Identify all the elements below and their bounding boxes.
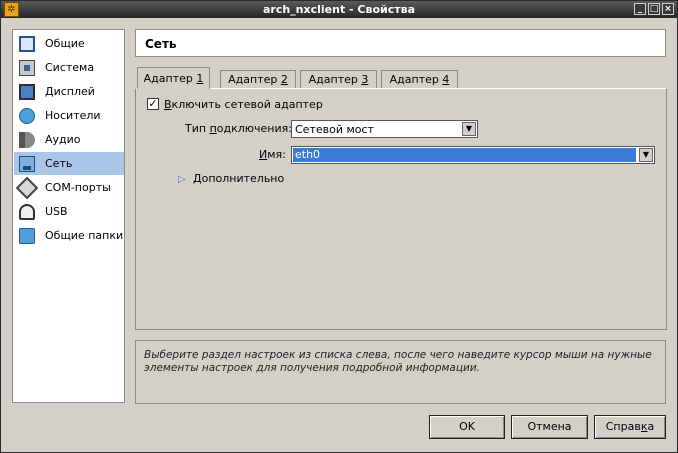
tab-label: Адаптер	[389, 73, 443, 86]
label-text: ключить сетевой адаптер	[171, 98, 323, 111]
general-icon	[19, 35, 35, 52]
tab-label: Адаптер	[143, 72, 197, 85]
window-title: arch_nxclient - Свойства	[262, 3, 416, 16]
select-value: eth0	[293, 148, 636, 162]
sidebar-item-label: COM-порты	[45, 181, 111, 194]
sidebar-item-label: Носители	[45, 109, 101, 122]
display-icon	[19, 83, 35, 100]
tab-adapter-3[interactable]: Адаптер 3	[300, 70, 377, 88]
sidebar-item-label: Система	[45, 61, 95, 74]
sidebar-item-usb[interactable]: USB	[14, 200, 124, 223]
sidebar-item-network[interactable]: Сеть	[14, 152, 124, 175]
system-icon	[19, 59, 35, 76]
enable-adapter-checkbox[interactable]: ✓	[147, 98, 159, 110]
sidebar-item-shared-folders[interactable]: Общие папки	[14, 224, 124, 247]
adapter-name-label: Имя:	[259, 148, 286, 161]
chevron-down-icon[interactable]: ▼	[462, 122, 476, 136]
maximize-icon[interactable]: □	[648, 3, 660, 15]
tab-adapter-1[interactable]: Адаптер 1	[137, 67, 210, 89]
tab-mnemonic: 4	[442, 73, 450, 86]
button-label: а	[647, 420, 655, 433]
tab-mnemonic: 1	[196, 72, 204, 85]
adapter-name-select[interactable]: eth0 ▼	[291, 146, 655, 164]
help-button[interactable]: Справка	[594, 415, 666, 439]
page-title: Сеть	[135, 29, 666, 57]
sidebar-item-storage[interactable]: Носители	[14, 104, 124, 127]
label-text: ополнительно	[201, 172, 285, 185]
tab-label: Адаптер	[228, 73, 281, 86]
tab-adapter-2[interactable]: Адаптер 2	[220, 70, 296, 88]
sidebar-item-general[interactable]: Общие	[14, 32, 124, 55]
storage-icon	[19, 107, 35, 124]
sidebar-item-display[interactable]: Дисплей	[14, 80, 124, 103]
sidebar-item-label: Сеть	[45, 157, 73, 170]
settings-window: ✲ arch_nxclient - Свойства _ □ × Общие С…	[0, 0, 678, 453]
label-mnemonic: В	[164, 98, 172, 111]
title-bar[interactable]: ✲ arch_nxclient - Свойства _ □ ×	[1, 1, 677, 18]
chevron-down-icon[interactable]: ▼	[639, 148, 653, 162]
sidebar-item-system[interactable]: Система	[14, 56, 124, 79]
ok-button[interactable]: OK	[429, 415, 505, 439]
sidebar-item-label: Общие	[45, 37, 85, 50]
close-icon[interactable]: ×	[662, 3, 674, 15]
cancel-button[interactable]: Отмена	[511, 415, 588, 439]
sidebar-item-audio[interactable]: Аудио	[14, 128, 124, 151]
sidebar-item-label: Аудио	[45, 133, 81, 146]
button-mnemonic: к	[640, 420, 648, 433]
network-icon	[19, 155, 35, 172]
sidebar-item-serial-ports[interactable]: COM-порты	[14, 176, 124, 199]
tab-label: Адаптер	[308, 73, 362, 86]
label-text: мя:	[267, 148, 286, 161]
settings-category-list[interactable]: Общие Система Дисплей Носители Аудио Сет…	[12, 29, 125, 403]
sidebar-item-label: Дисплей	[45, 85, 95, 98]
label-mnemonic: Д	[193, 172, 202, 185]
sidebar-item-label: USB	[45, 205, 68, 218]
tab-adapter-4[interactable]: Адаптер 4	[381, 70, 458, 88]
shared-folder-icon	[19, 227, 35, 244]
select-value: Сетевой мост	[295, 123, 374, 136]
help-description: Выберите раздел настроек из списка слева…	[135, 340, 666, 404]
label-mnemonic: И	[259, 148, 268, 161]
label-text: Тип	[185, 122, 210, 135]
attachment-type-label: Тип подключения:	[185, 122, 292, 135]
button-label: Справ	[605, 420, 641, 433]
tab-mnemonic: 3	[361, 73, 369, 86]
advanced-expander[interactable]: Дополнительно	[193, 172, 284, 185]
attachment-type-select[interactable]: Сетевой мост ▼	[291, 120, 478, 138]
enable-adapter-label[interactable]: Включить сетевой адаптер	[164, 98, 323, 111]
usb-icon	[19, 203, 35, 220]
sidebar-item-label: Общие папки	[45, 229, 124, 242]
serial-port-icon	[15, 176, 39, 199]
tab-mnemonic: 2	[280, 73, 288, 86]
audio-icon	[19, 131, 35, 148]
label-text: одключения:	[216, 122, 292, 135]
expand-arrow-icon[interactable]: ▷	[178, 174, 186, 185]
label-mnemonic: п	[209, 122, 217, 135]
minimize-icon[interactable]: _	[634, 3, 646, 15]
